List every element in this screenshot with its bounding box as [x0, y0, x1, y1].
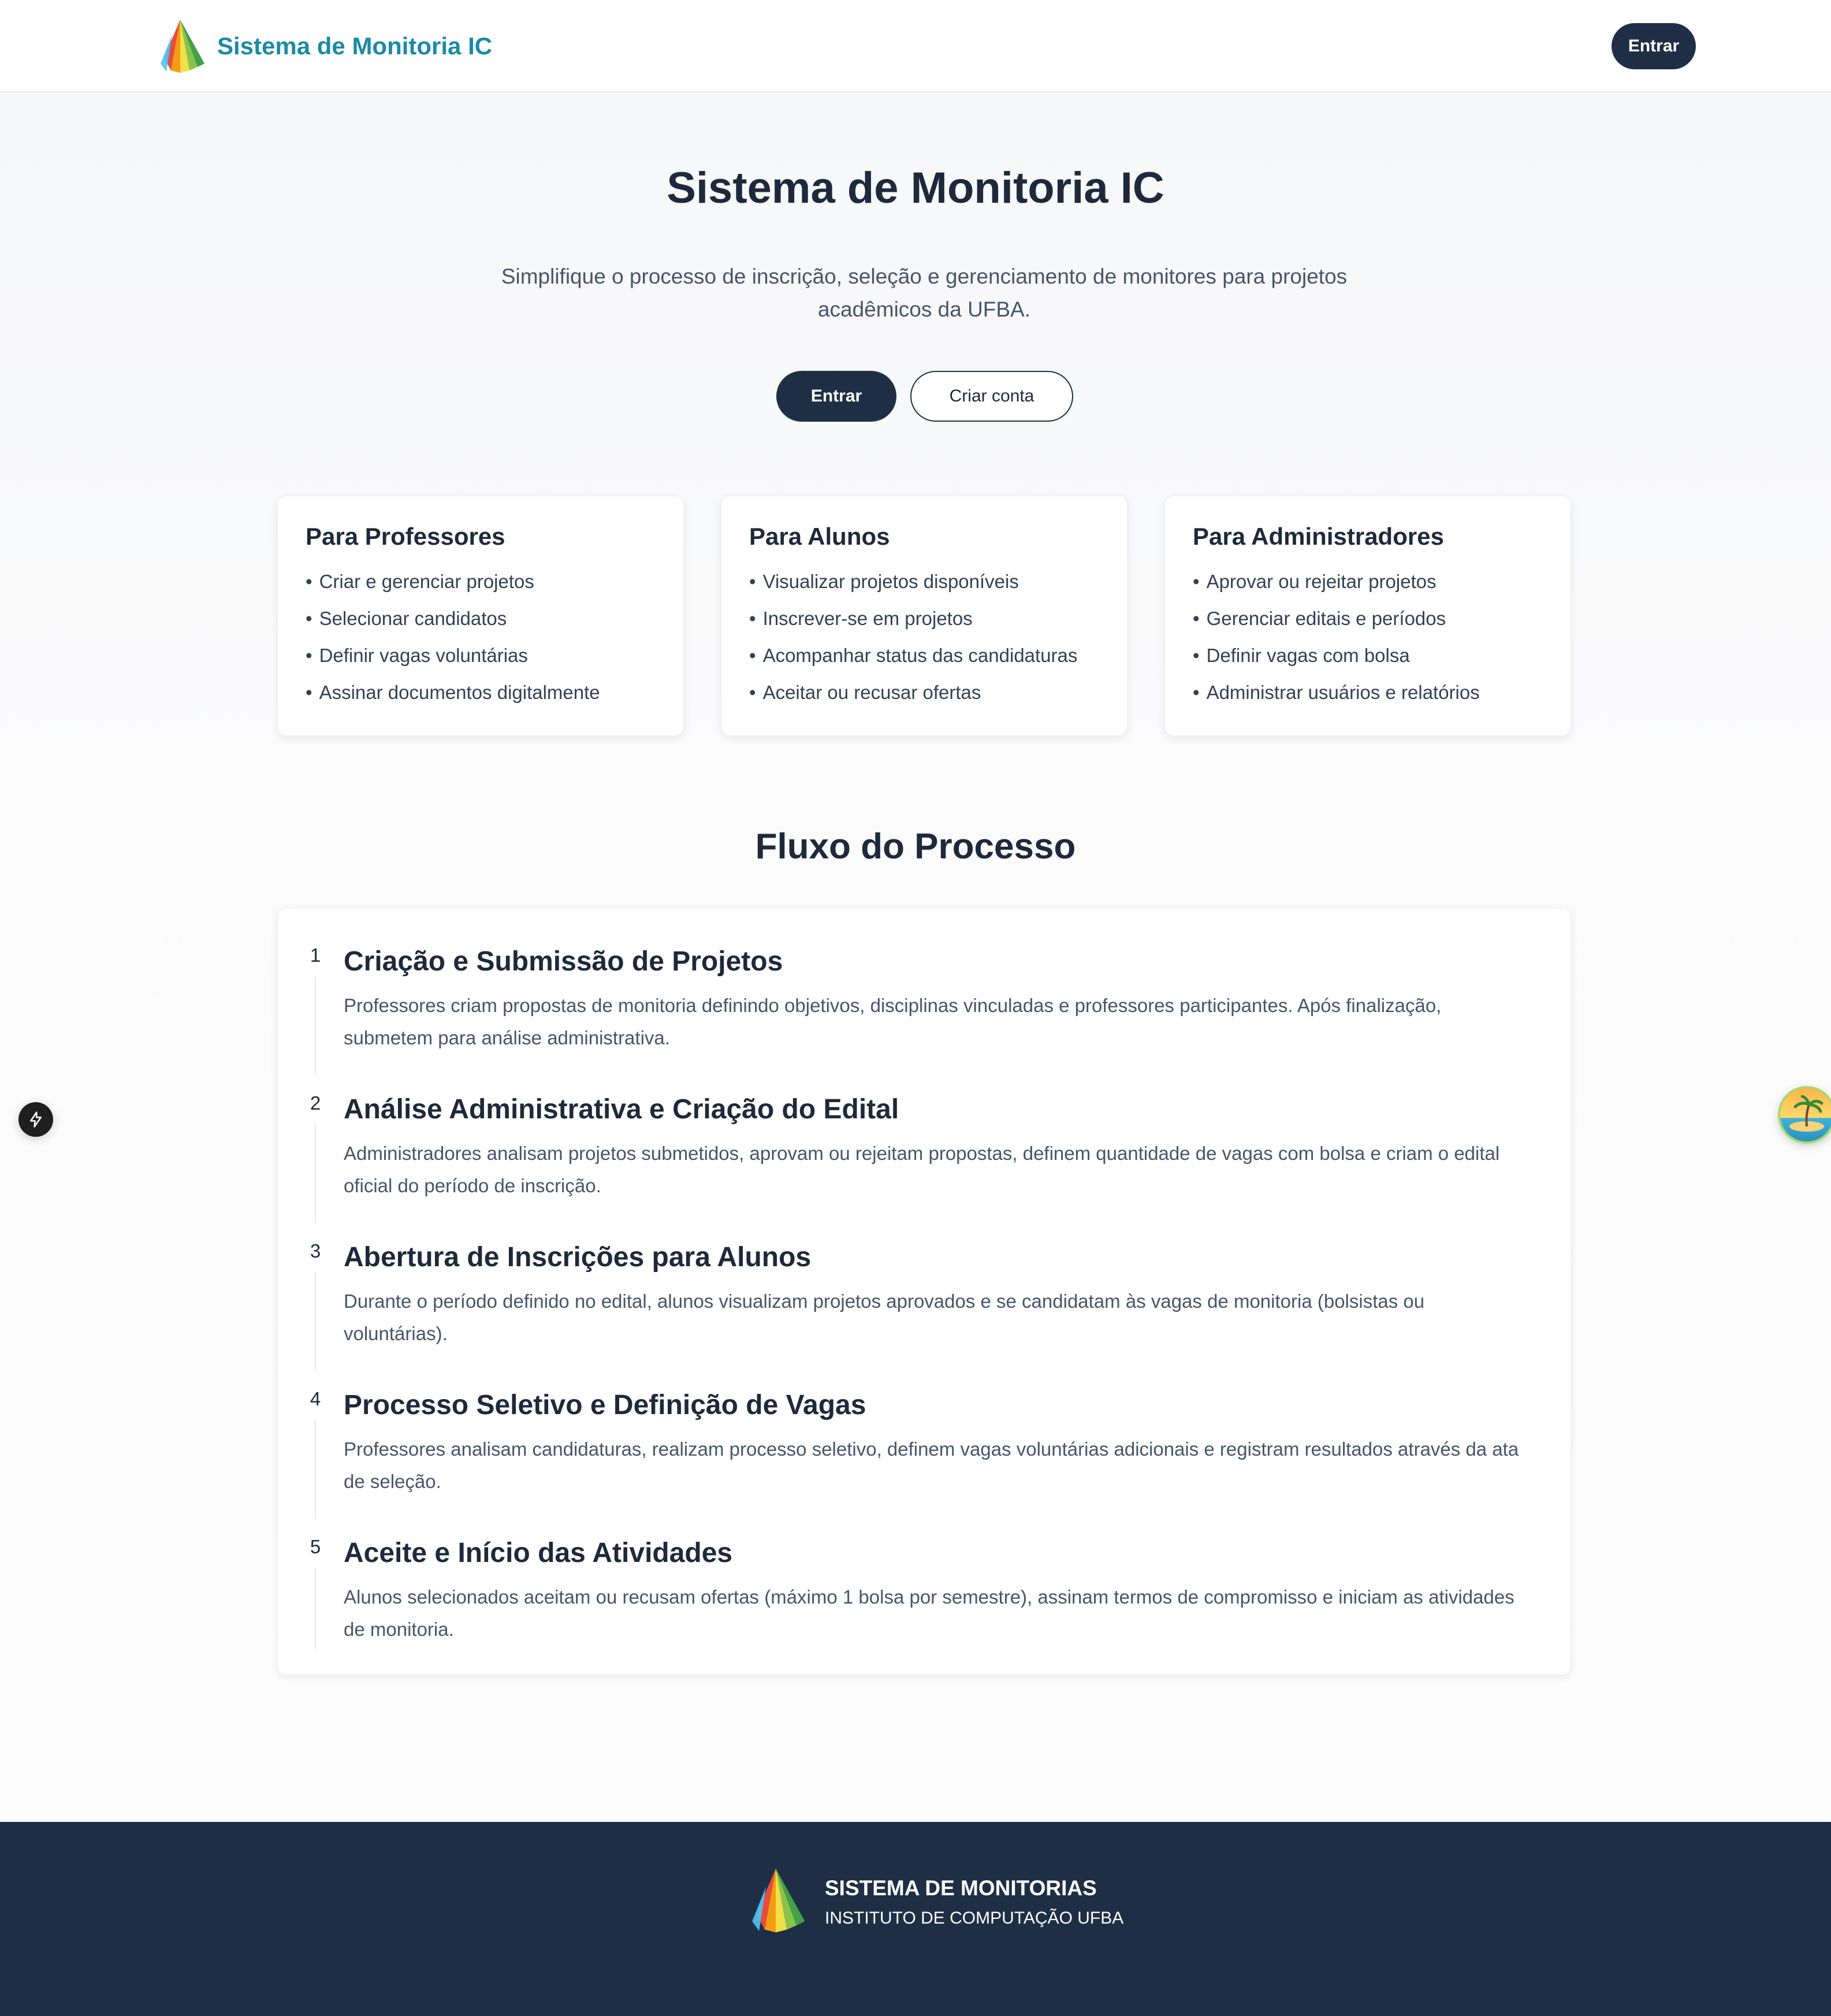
footer: SISTEMA DE MONITORIAS INSTITUTO DE COMPU… [0, 1822, 1831, 2016]
list-item: Definir vagas com bolsa [1193, 637, 1543, 674]
step-description: Alunos selecionados aceitam ou recusam o… [344, 1586, 1514, 1640]
footer-title: SISTEMA DE MONITORIAS [825, 1876, 1097, 1900]
header-login-button[interactable]: Entrar [1612, 23, 1696, 69]
devtools-float-button[interactable] [18, 1102, 53, 1137]
list-item: Assinar documentos digitalmente [306, 674, 656, 711]
step-number: 2 [310, 1092, 321, 1114]
step-description: Durante o período definido no edital, al… [344, 1290, 1425, 1344]
island-avatar-button[interactable] [1778, 1086, 1831, 1144]
step-description: Professores criam propostas de monitoria… [344, 995, 1442, 1048]
card-list: Visualizar projetos disponíveis Inscreve… [749, 563, 1099, 711]
step-title: Criação e Submissão de Projetos [344, 946, 783, 977]
step-title: Abertura de Inscrições para Alunos [344, 1242, 812, 1273]
card-list: Criar e gerenciar projetos Selecionar ca… [306, 563, 656, 711]
hero-login-button[interactable]: Entrar [776, 371, 896, 422]
step-connector [315, 1420, 316, 1519]
process-flow-card: 1 Criação e Submissão de Projetos Profes… [277, 908, 1571, 1675]
list-item: Aceitar ou recusar ofertas [749, 674, 1099, 711]
list-item: Aprovar ou rejeitar projetos [1193, 563, 1543, 600]
hero-title: Sistema de Monitoria IC [667, 163, 1164, 213]
main-content: Sistema de Monitoria IC Simplifique o pr… [0, 92, 1831, 1822]
step-description: Administradores analisam projetos submet… [344, 1143, 1500, 1196]
step-number: 4 [310, 1388, 321, 1409]
step-connector [315, 1568, 316, 1649]
step-number: 5 [310, 1536, 321, 1557]
flow-title: Fluxo do Processo [755, 827, 1076, 866]
list-item: Gerenciar editais e períodos [1193, 600, 1543, 637]
card-list: Aprovar ou rejeitar projetos Gerenciar e… [1193, 563, 1543, 711]
step-title: Aceite e Início das Atividades [344, 1538, 733, 1568]
card-title: Para Administradores [1193, 523, 1444, 550]
card-admins: Para Administradores Aprovar ou rejeitar… [1164, 496, 1571, 736]
step-title: Processo Seletivo e Definição de Vagas [344, 1390, 866, 1420]
sail-logo-icon [752, 1868, 805, 1933]
step-connector [315, 1125, 316, 1223]
step-connector [315, 1273, 316, 1371]
list-item: Criar e gerenciar projetos [306, 563, 656, 600]
sail-logo-icon [161, 20, 204, 73]
card-title: Para Professores [306, 523, 505, 550]
card-professors: Para Professores Criar e gerenciar proje… [277, 496, 684, 736]
step-title: Análise Administrativa e Criação do Edit… [344, 1094, 899, 1125]
list-item: Selecionar candidatos [306, 600, 656, 637]
step-number: 3 [310, 1240, 321, 1262]
hero-subtitle: Simplifique o processo de inscrição, sel… [501, 265, 1348, 321]
app-name: Sistema de Monitoria IC [217, 32, 493, 59]
list-item: Definir vagas voluntárias [306, 637, 656, 674]
list-item: Administrar usuários e relatórios [1193, 674, 1543, 711]
signup-button[interactable]: Criar conta [910, 371, 1073, 422]
lightning-icon [30, 1111, 42, 1128]
card-students: Para Alunos Visualizar projetos disponív… [721, 496, 1127, 736]
list-item: Acompanhar status das candidaturas [749, 637, 1099, 674]
brand[interactable]: Sistema de Monitoria IC [151, 17, 492, 75]
list-item: Visualizar projetos disponíveis [749, 563, 1099, 600]
top-navbar: Sistema de Monitoria IC Entrar [0, 0, 1831, 92]
footer-subtitle: INSTITUTO DE COMPUTAÇÃO UFBA [825, 1909, 1124, 1928]
list-item: Inscrever-se em projetos [749, 600, 1099, 637]
step-connector [315, 977, 316, 1075]
step-number: 1 [310, 944, 321, 966]
card-title: Para Alunos [749, 523, 890, 550]
island-avatar-icon [1778, 1086, 1831, 1144]
step-description: Professores analisam candidaturas, reali… [344, 1438, 1519, 1492]
hero-actions: Entrar Criar conta [776, 371, 1073, 422]
